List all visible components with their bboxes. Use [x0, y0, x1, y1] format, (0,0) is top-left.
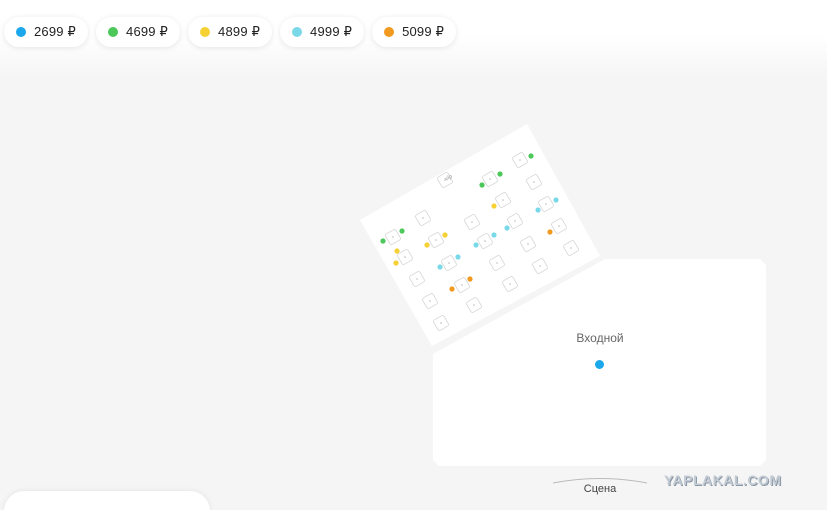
seat[interactable]	[424, 242, 430, 248]
table-center-mark	[570, 247, 572, 249]
seat[interactable]	[394, 248, 400, 254]
price-label: 4899 ₽	[218, 24, 261, 39]
entrance-label: Входной	[576, 331, 624, 345]
table-center-mark	[392, 236, 394, 238]
table-center-mark	[558, 225, 560, 227]
seat[interactable]	[535, 207, 541, 213]
price-color-dot	[16, 27, 26, 37]
seat[interactable]	[491, 203, 497, 209]
price-color-dot	[384, 27, 395, 37]
seat[interactable]	[442, 232, 448, 238]
table-center-mark	[416, 278, 418, 280]
watermark: YAPLAKAL.COM	[664, 472, 782, 488]
table-center-mark	[502, 199, 504, 201]
bottom-panel	[4, 491, 210, 510]
table-center-mark	[484, 240, 486, 242]
price-label: 5099 ₽	[402, 24, 445, 39]
table-center-mark	[545, 203, 547, 205]
seat[interactable]	[393, 260, 399, 266]
table-center-mark	[429, 300, 431, 302]
seat[interactable]	[479, 182, 485, 188]
table-center-mark	[489, 178, 491, 180]
table-center-mark	[519, 159, 521, 161]
seat[interactable]	[380, 238, 386, 244]
seat[interactable]	[547, 229, 553, 235]
table-center-mark	[404, 256, 406, 258]
price-filter-4999[interactable]: 4999 ₽	[280, 17, 365, 47]
stage-label: Сцена	[583, 483, 617, 495]
table-center-mark	[533, 181, 535, 183]
table-center-mark	[435, 239, 437, 241]
price-label: 4699 ₽	[126, 24, 169, 39]
price-filter-bar: 2699 ₽ 4699 ₽ 4899 ₽ 4999 ₽ 5099 ₽	[4, 17, 464, 47]
seat[interactable]	[491, 232, 497, 238]
price-color-dot	[292, 27, 303, 37]
seat[interactable]	[528, 153, 534, 159]
price-label: 2699 ₽	[34, 24, 77, 39]
seat[interactable]	[497, 171, 503, 177]
price-filter-4899[interactable]: 4899 ₽	[188, 17, 273, 47]
table-center-mark	[514, 220, 516, 222]
seat[interactable]	[399, 228, 405, 234]
price-filter-2699[interactable]: 2699 ₽	[4, 17, 89, 47]
seat[interactable]	[553, 197, 559, 203]
seat[interactable]	[473, 242, 479, 248]
price-filter-4699[interactable]: 4699 ₽	[96, 17, 181, 47]
price-color-dot	[108, 27, 119, 37]
table-center-mark	[422, 217, 424, 219]
price-filter-5099[interactable]: 5099 ₽	[372, 17, 457, 47]
table-center-mark	[527, 243, 529, 245]
entrance-seat[interactable]	[595, 360, 604, 369]
price-color-dot	[200, 27, 211, 37]
price-label: 4999 ₽	[310, 24, 353, 39]
table-center-mark	[471, 221, 473, 223]
table-center-mark	[444, 179, 446, 181]
seat[interactable]	[504, 225, 510, 231]
